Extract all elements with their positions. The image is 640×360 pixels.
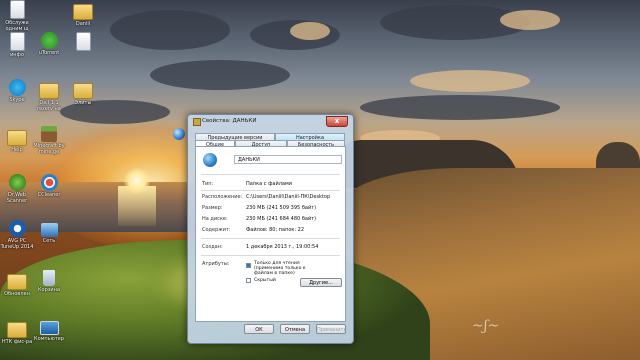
document-icon (9, 0, 25, 19)
size-on-disk-value: 230 МБ (241 684 480 байт) (246, 216, 317, 222)
folder-icon (203, 153, 217, 167)
desktop-icon[interactable]: AVG PC TuneUp 2014 (0, 220, 34, 250)
created-value: 1 декабря 2013 г., 19:00:54 (246, 244, 319, 250)
title-bar[interactable]: Свойства: ДАНЬКИ x (188, 115, 353, 128)
desktop-icon[interactable] (66, 32, 100, 52)
document-icon (9, 32, 25, 51)
desktop-icon[interactable]: CCleaner (32, 174, 66, 198)
network-icon (40, 223, 58, 237)
readonly-label: Только для чтения (применимо только к фа… (254, 261, 306, 276)
desktop-icon-label: Minecraft by mine.ge (33, 143, 65, 155)
cancel-button[interactable]: Отмена (280, 324, 310, 334)
avg-icon (8, 220, 26, 237)
desktop-icon[interactable]: Сеть (32, 220, 66, 244)
close-button[interactable]: x (326, 116, 348, 127)
folder-icon (193, 118, 201, 126)
location-label: Расположение: (202, 194, 243, 200)
cloud (500, 10, 560, 30)
globe-icon[interactable] (173, 128, 185, 140)
desktop-icon[interactable]: инфо (0, 32, 34, 58)
desktop-icon[interactable]: Обслуже одним щ (0, 0, 34, 32)
desktop-icon-label: uTorrent (38, 50, 60, 56)
created-label: Создан: (202, 244, 223, 250)
photographer-signature: ~ʃ~ (472, 318, 500, 334)
desktop-icon-label: НТК фис-ра (1, 339, 33, 345)
folder-icon (73, 83, 93, 99)
folder-icon (7, 274, 27, 290)
type-label: Тип: (202, 181, 214, 187)
desktop-icon-label: Skype (9, 97, 25, 103)
folder-icon (73, 4, 93, 20)
readonly-checkbox[interactable] (246, 263, 251, 268)
desktop-icon[interactable]: Skype (0, 79, 34, 103)
minecraft-icon (41, 126, 57, 142)
cloud (360, 95, 560, 120)
desktop-icon-label: Сеть (42, 238, 56, 244)
desktop-icon[interactable]: Обновлен (0, 270, 34, 297)
desktop-icon[interactable]: Корзина (32, 270, 66, 293)
contains-value: Файлов: 80; папок: 22 (246, 227, 305, 233)
desktop-icon[interactable]: НТК фис-ра (0, 318, 34, 345)
divider (201, 238, 340, 239)
desktop-icon[interactable]: Dr.Web Scanner (0, 174, 34, 204)
sun (124, 168, 150, 194)
desktop-icon-label: AVG PC TuneUp 2014 (0, 238, 34, 250)
desktop-icon-label: Help (11, 147, 23, 153)
cloud (150, 60, 290, 90)
desktop-icon-label: Обновлен (4, 291, 30, 297)
folder-name-field[interactable]: ДАНЬКИ (234, 155, 342, 164)
ccleaner-icon (40, 174, 58, 191)
desktop-icon-label: CCleaner (37, 192, 61, 198)
hidden-label: Скрытый (254, 278, 276, 283)
type-value: Папка с файлами (246, 181, 292, 187)
size-on-disk-label: На диске: (202, 216, 228, 222)
utorrent-icon (40, 32, 58, 49)
desktop-icon-label: инфо (10, 52, 24, 58)
computer-icon (39, 321, 59, 335)
hidden-checkbox[interactable] (246, 278, 251, 283)
drweb-icon (8, 174, 26, 191)
folder-icon (7, 130, 27, 146)
desktop-icon-label: Dell 1.1 rezerv на (37, 100, 61, 112)
properties-dialog: Свойства: ДАНЬКИ x Предыдущие версии Нас… (187, 114, 354, 344)
attributes-label: Атрибуты: (202, 261, 230, 267)
desktop-icon[interactable]: uTorrent (32, 32, 66, 56)
ok-button[interactable]: ОК (244, 324, 274, 334)
divider (201, 190, 340, 191)
desktop-icon[interactable]: Daniil (66, 0, 100, 27)
size-value: 230 МБ (241 509 395 байт) (246, 205, 317, 211)
desktop-icon-label: Обслуже одним щ (5, 20, 29, 32)
desktop-icon-label: Dr.Web Scanner (6, 192, 28, 204)
size-label: Размер: (202, 205, 223, 211)
cloud (110, 10, 230, 50)
location-value: C:\Users\Daniil\Daniil-ПК\Desktop (246, 194, 331, 200)
folder-icon (39, 83, 59, 99)
desktop-icon-label: Корзина (37, 287, 61, 293)
desktop-icon-label: Компьютер (34, 336, 64, 342)
desktop-icon[interactable]: Dell 1.1 rezerv на (32, 79, 66, 112)
cloud (290, 22, 330, 40)
cloud (410, 70, 530, 92)
desktop-icon[interactable]: Элиты (66, 79, 100, 106)
dialog-title: Свойства: ДАНЬКИ (202, 118, 257, 124)
desktop-icon[interactable]: Компьютер (32, 318, 66, 342)
recycle-bin-icon (43, 270, 55, 286)
apply-button[interactable]: Применить (316, 324, 346, 334)
desktop-icon[interactable]: Help (0, 126, 34, 153)
desktop-icon[interactable]: Minecraft by mine.ge (32, 126, 66, 155)
folder-icon (7, 322, 27, 338)
general-tab-panel: ДАНЬКИ Тип: Папка с файлами Расположение… (195, 146, 346, 322)
contains-label: Содержит: (202, 227, 231, 233)
divider (201, 174, 340, 175)
desktop-icon-label: Элиты (74, 100, 92, 106)
document-icon (75, 32, 91, 51)
skype-icon (8, 79, 26, 96)
divider (201, 255, 340, 256)
desktop-icon-label: Daniil (75, 21, 91, 27)
advanced-button[interactable]: Другие... (300, 278, 342, 287)
